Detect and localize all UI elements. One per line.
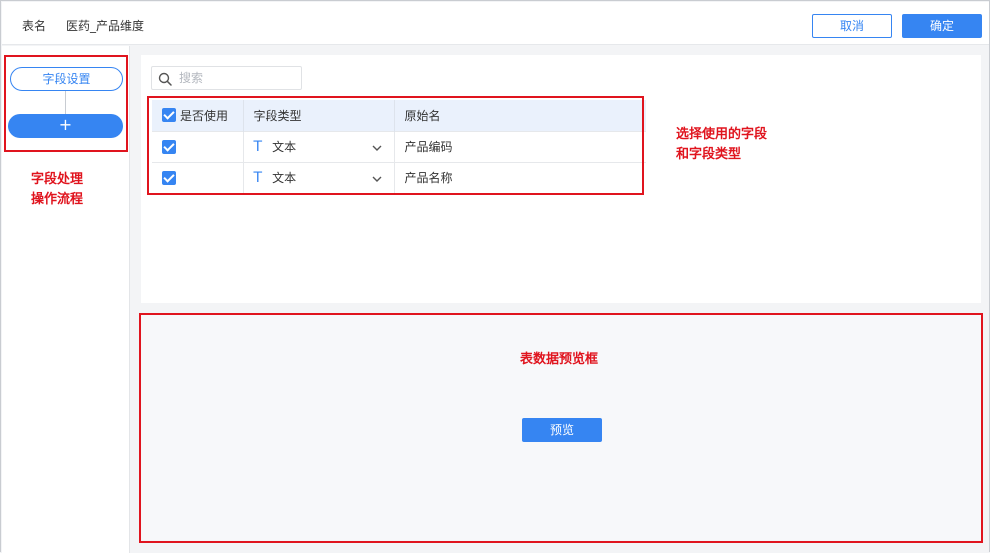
- search-box: [151, 66, 302, 90]
- search-input[interactable]: [179, 69, 297, 87]
- annotation-note-preview: 表数据预览框: [520, 352, 599, 367]
- cancel-button[interactable]: 取消: [812, 14, 892, 38]
- annotation-box-fields: [147, 96, 644, 195]
- annotation-note-steps: 字段处理 操作流程: [31, 172, 84, 207]
- table-name-label: 表名: [22, 19, 47, 33]
- app-window: 表名 医药_产品维度 取消 确定 字段设置 + 是否使用: [0, 0, 990, 553]
- search-icon: [158, 72, 172, 86]
- annotation-box-steps: [4, 55, 128, 152]
- annotation-note-fields: 选择使用的字段 和字段类型: [676, 127, 768, 162]
- table-name-value: 医药_产品维度: [66, 19, 145, 33]
- confirm-button[interactable]: 确定: [902, 14, 982, 38]
- annotation-box-preview: [139, 313, 983, 543]
- header-bar: 表名 医药_产品维度 取消 确定: [2, 2, 989, 45]
